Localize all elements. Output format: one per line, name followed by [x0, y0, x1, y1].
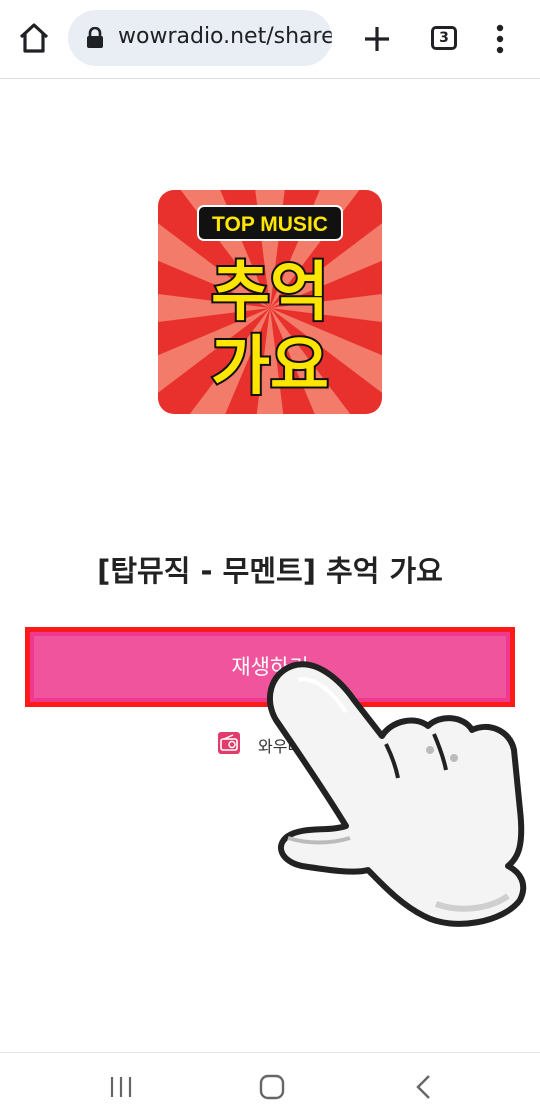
recents-icon[interactable]: [108, 1075, 134, 1099]
lock-icon: [86, 26, 104, 49]
album-title-line2: 가요: [211, 330, 329, 404]
url-text[interactable]: wowradio.net/share/: [118, 24, 332, 49]
tab-switcher-icon[interactable]: 3: [431, 26, 457, 50]
address-bar[interactable]: wowradio.net/share/: [68, 10, 332, 66]
nav-home-icon[interactable]: [258, 1073, 286, 1101]
plus-icon[interactable]: [360, 22, 394, 56]
system-nav-bar: [0, 1052, 540, 1119]
album-artwork: TOP MUSIC 추억 가요: [158, 190, 382, 414]
more-vert-icon[interactable]: [490, 22, 510, 56]
page-title: [탑뮤직 - 무멘트] 추억 가요: [97, 554, 443, 588]
album-badge-text: TOP MUSIC: [212, 213, 328, 236]
home-icon[interactable]: [16, 20, 52, 56]
radio-icon: [218, 732, 240, 754]
album-title-line1: 추억: [211, 256, 329, 330]
back-icon[interactable]: [412, 1073, 436, 1101]
browser-toolbar: wowradio.net/share/ 3: [0, 0, 540, 79]
pointing-hand-icon: [258, 660, 540, 940]
